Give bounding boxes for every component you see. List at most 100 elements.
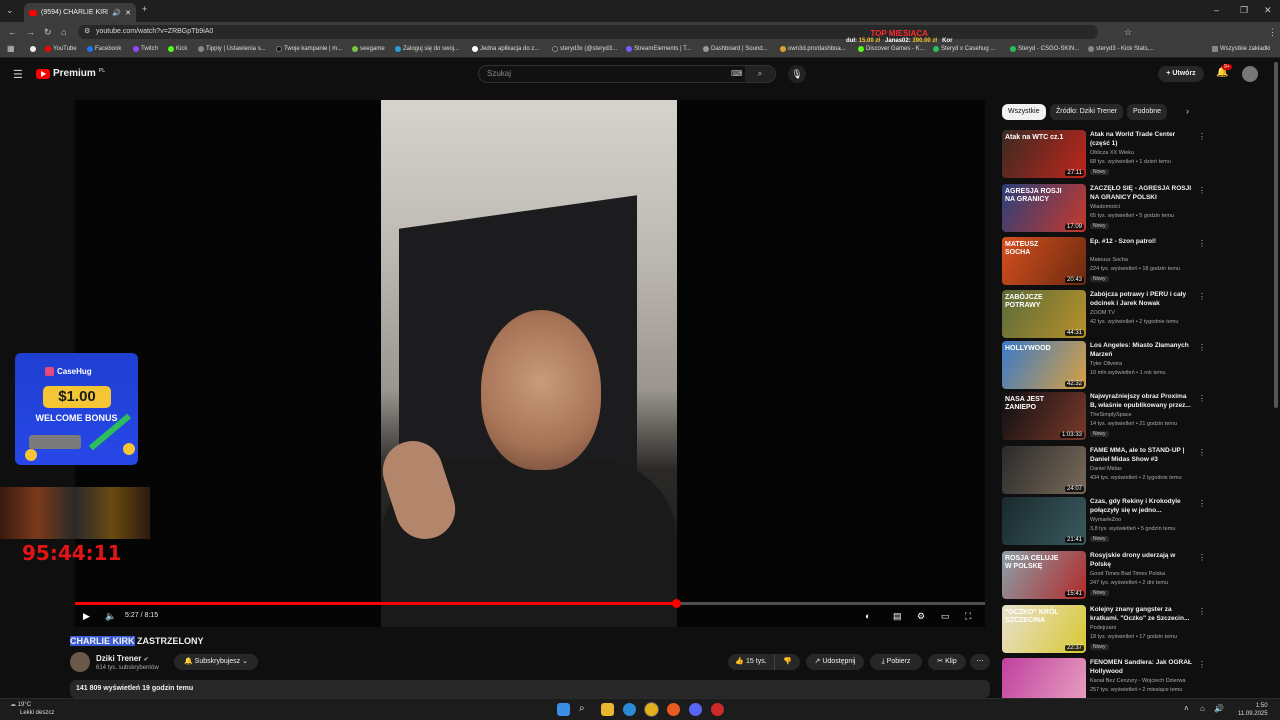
share-button[interactable]: ↗ Udostępnij: [806, 654, 864, 670]
bookmark-item[interactable]: Kick: [168, 46, 187, 52]
channel-avatar[interactable]: [70, 652, 90, 672]
recommendation-item[interactable]: Atak na WTC cz.1 27:11 Atak na World Trade…: [1002, 130, 1206, 180]
home-icon[interactable]: ⌂: [61, 27, 66, 37]
more-options-icon[interactable]: ⋮: [1198, 448, 1206, 457]
recommendation-thumbnail[interactable]: NASA JEST ZANIEPO 1:03:33: [1002, 392, 1086, 440]
bookmark-item[interactable]: Steryd - CSGO-SKIN...: [1010, 46, 1079, 52]
recommendation-thumbnail[interactable]: ZABÓJCZE POTRAWY 44:31: [1002, 290, 1086, 338]
recommendation-item[interactable]: HOLLYWOOD 42:32 Los Angeles: Miasto Złaman…: [1002, 341, 1206, 391]
bookmark-item[interactable]: seegame: [352, 46, 385, 52]
system-clock[interactable]: 1:50 11.09.2025: [1238, 702, 1268, 718]
search-button[interactable]: ⌕: [745, 66, 775, 82]
bookmark-item[interactable]: own3d.pro/dashboa...: [780, 46, 846, 52]
recommendation-item[interactable]: 24:07 FAME MMA, ale to STAND-UP | Daniel …: [1002, 446, 1206, 496]
recommendation-item[interactable]: NASA JEST ZANIEPO 1:03:33 Najwyraźniejszy …: [1002, 392, 1206, 442]
more-options-icon[interactable]: ⋮: [1198, 343, 1206, 352]
close-tab-icon[interactable]: ✕: [125, 9, 131, 17]
recommendation-item[interactable]: 21:41 Czas, gdy Rekiny i Krokodyle połącz…: [1002, 497, 1206, 547]
description-box[interactable]: 141 809 wyświetleń 19 godzin temu: [70, 680, 990, 698]
apps-icon[interactable]: ▦: [7, 44, 15, 53]
bookmark-item[interactable]: Twoje kampanie | m...: [276, 46, 342, 52]
recommendation-channel[interactable]: TheSimplySpace: [1090, 412, 1132, 418]
settings-gear-icon[interactable]: ⚙: [917, 611, 925, 622]
browser-tab[interactable]: (9594) CHARLIE KIRK ZASTŁ 🔊 ✕: [24, 3, 136, 22]
recommendation-thumbnail[interactable]: 24:07: [1002, 446, 1086, 494]
firefox-icon[interactable]: [667, 703, 680, 716]
recommendation-item[interactable]: AGRESJA ROSJI NA GRANICY 17:09 ZACZĘŁO SIĘ…: [1002, 184, 1206, 234]
chip-source[interactable]: Źródło: Dziki Trener: [1050, 104, 1124, 120]
search-input[interactable]: Szukaj ⌨ ⌕: [478, 65, 776, 83]
forward-icon[interactable]: →: [26, 27, 35, 37]
tray-volume-icon[interactable]: 🔊: [1214, 704, 1224, 713]
bookmark-item[interactable]: Discover Games - K...: [858, 46, 925, 52]
bookmark-item[interactable]: Tipply | Ustawienia s...: [198, 46, 266, 52]
recommendation-title[interactable]: Atak na World Trade Center (część 1): [1090, 130, 1194, 148]
start-menu-icon[interactable]: [557, 703, 570, 716]
minimize-icon[interactable]: –: [1214, 5, 1219, 15]
recommendation-thumbnail[interactable]: 21:41: [1002, 497, 1086, 545]
file-explorer-icon[interactable]: [601, 703, 614, 716]
progress-scrubber[interactable]: [671, 599, 681, 608]
recommendation-channel[interactable]: Good Times Bad Times Polska: [1090, 571, 1165, 577]
account-avatar[interactable]: [1242, 66, 1258, 82]
more-options-icon[interactable]: ⋮: [1198, 553, 1206, 562]
recommendation-title[interactable]: Zabójcza potrawy i PERU i cały odcinek i…: [1090, 290, 1194, 308]
tray-chevron-icon[interactable]: ˄: [1184, 704, 1189, 713]
recommendation-thumbnail[interactable]: "OCZKO" KRÓL SZCZECINA 22:37: [1002, 605, 1086, 653]
keyboard-icon[interactable]: ⌨: [731, 66, 743, 82]
recommendation-channel[interactable]: Oblicza XX Wieku: [1090, 150, 1134, 156]
recommendation-title[interactable]: Czas, gdy Rekiny i Krokodyle połączyły s…: [1090, 497, 1194, 515]
recommendation-thumbnail[interactable]: ROSJA CELUJE W POLSKĘ 15:41: [1002, 551, 1086, 599]
chip-all[interactable]: Wszystkie: [1002, 104, 1046, 120]
recommendation-channel[interactable]: Podejrzani: [1090, 625, 1116, 631]
back-icon[interactable]: ←: [8, 27, 17, 37]
recommendation-thumbnail[interactable]: Atak na WTC cz.1 27:11: [1002, 130, 1086, 178]
obs-icon[interactable]: [711, 703, 724, 716]
recommendation-thumbnail[interactable]: MATEUSZ SOCHA 20:43: [1002, 237, 1086, 285]
autoplay-toggle-icon[interactable]: ◐: [865, 611, 870, 621]
more-options-icon[interactable]: ⋮: [1198, 607, 1206, 616]
chips-next-icon[interactable]: ›: [1186, 106, 1189, 116]
recommendation-title[interactable]: FAME MMA, ale to STAND-UP | Daniel Midas…: [1090, 446, 1194, 464]
speaker-icon[interactable]: 🔊: [112, 9, 121, 17]
recommendation-thumbnail[interactable]: HOLLYWOOD 42:32: [1002, 341, 1086, 389]
bookmark-item[interactable]: Twitch: [133, 46, 158, 52]
volume-icon[interactable]: 🔈: [105, 611, 116, 622]
more-actions-button[interactable]: ⋯: [970, 654, 990, 670]
recommendation-title[interactable]: Najwyraźniejszy obraz Proxima B, właśnie…: [1090, 392, 1194, 410]
more-options-icon[interactable]: ⋮: [1198, 132, 1206, 141]
more-options-icon[interactable]: ⋮: [1198, 239, 1206, 248]
recommendation-title[interactable]: Rosyjskie drony uderzają w Polskę: [1090, 551, 1194, 569]
recommendation-item[interactable]: ZABÓJCZE POTRAWY 44:31 Zabójcza potrawy i …: [1002, 290, 1206, 340]
bookmark-item[interactable]: StreamElements | T...: [626, 46, 691, 52]
recommendation-channel[interactable]: ZOOM TV: [1090, 310, 1115, 316]
recommendation-channel[interactable]: Tyler Oliveira: [1090, 361, 1122, 367]
recommendation-thumbnail[interactable]: AGRESJA ROSJI NA GRANICY 17:09: [1002, 184, 1086, 232]
weather-widget[interactable]: ☁ 19°C Lekki deszcz: [10, 701, 54, 717]
tab-search-icon[interactable]: ⌄: [6, 5, 14, 16]
recommendation-item[interactable]: "OCZKO" KRÓL SZCZECINA 22:37 Kolejny znany…: [1002, 605, 1206, 655]
video-player[interactable]: ▶ 🔈 5:27 / 8:15 ◐ ▤ ⚙ ▭ ⛶: [75, 100, 985, 627]
bookmark-item[interactable]: steryd3 - Kick Stats,...: [1088, 46, 1154, 52]
chip-similar[interactable]: Podobne: [1127, 104, 1168, 120]
hamburger-menu-icon[interactable]: ☰: [13, 68, 23, 81]
dislike-button[interactable]: 👎: [774, 654, 800, 670]
site-info-icon[interactable]: ⚙: [84, 25, 90, 39]
like-button[interactable]: 👍 15 tys.: [728, 654, 774, 670]
close-window-icon[interactable]: ✕: [1264, 5, 1272, 16]
subscribe-button[interactable]: 🔔 Subskrybujesz ⌄: [174, 654, 258, 670]
more-options-icon[interactable]: ⋮: [1198, 499, 1206, 508]
recommendation-channel[interactable]: Daniel Midas: [1090, 466, 1122, 472]
reload-icon[interactable]: ↻: [44, 27, 52, 38]
recommendation-title[interactable]: Kolejny znany gangster za kratkami. "Ocz…: [1090, 605, 1194, 623]
recommendation-channel[interactable]: Kanał Bez Cenzury - Wojciech Dzierwa: [1090, 678, 1186, 684]
recommendation-title[interactable]: FENOMEN Sandlera: Jak OGRAŁ Hollywood: [1090, 658, 1194, 676]
recommendation-item[interactable]: ROSJA CELUJE W POLSKĘ 15:41 Rosyjskie dron…: [1002, 551, 1206, 601]
bookmark-item[interactable]: Steryd x Casehug ...: [933, 46, 995, 52]
chrome-icon[interactable]: [645, 703, 658, 716]
recommendation-item[interactable]: MATEUSZ SOCHA 20:43 Ep. #12 - Szon patrol!…: [1002, 237, 1206, 287]
download-button[interactable]: ⤓ Pobierz: [870, 654, 922, 670]
recommendation-title[interactable]: Los Angeles: Miasto Złamanych Marzeń: [1090, 341, 1194, 359]
edge-icon[interactable]: [623, 703, 636, 716]
bookmark-item[interactable]: Facebook: [87, 46, 121, 52]
